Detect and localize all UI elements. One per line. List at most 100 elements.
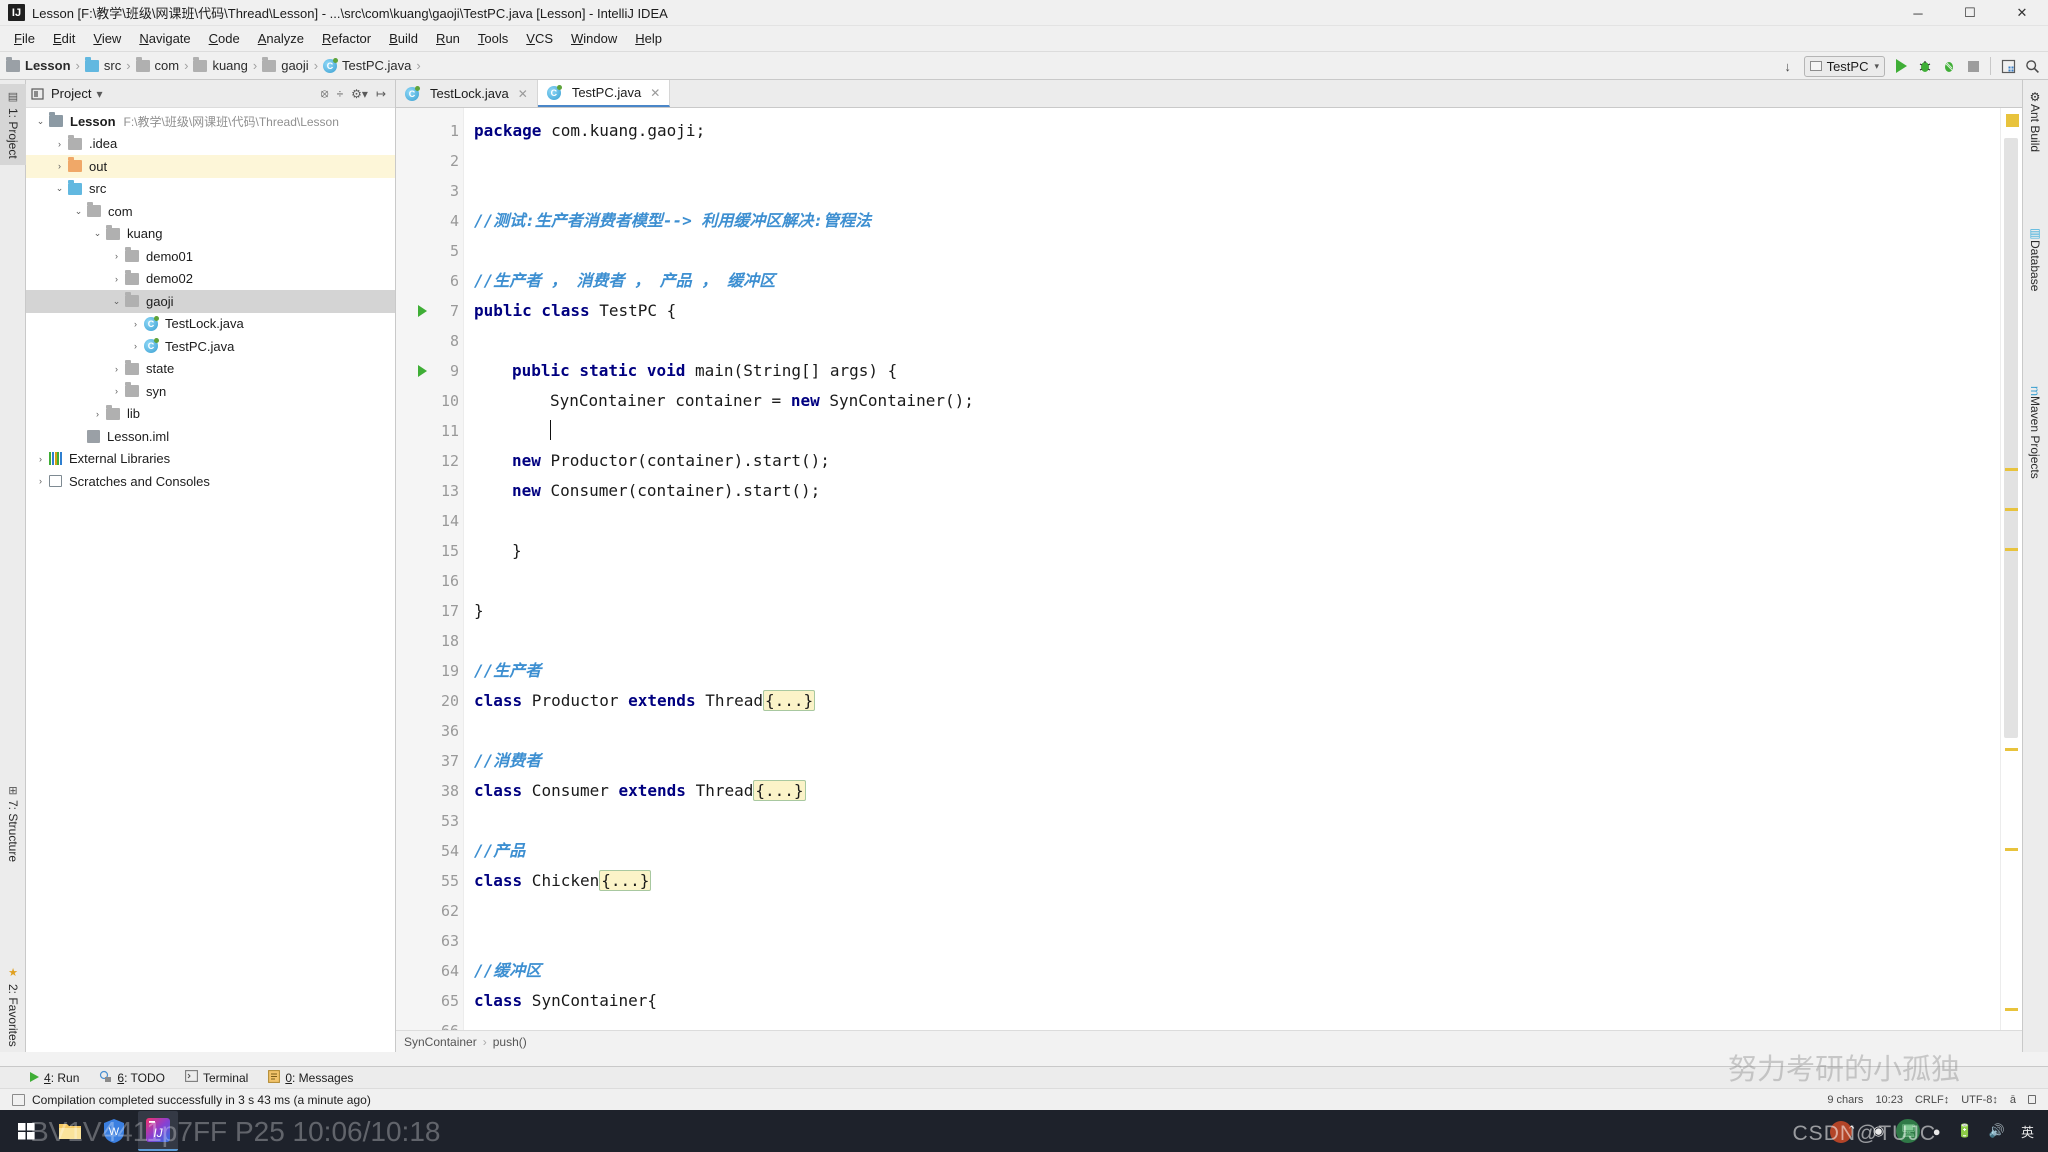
chevron-right-icon[interactable]: ›	[110, 274, 123, 284]
editor-scrollbar[interactable]	[2000, 108, 2022, 1030]
menu-item-tools[interactable]: Tools	[469, 28, 517, 49]
status-indicator[interactable]: UTF-8↕	[1961, 1094, 1998, 1106]
run-button[interactable]	[1889, 54, 1913, 78]
code-line[interactable]	[474, 896, 2000, 926]
tree-node-lesson-iml[interactable]: Lesson.iml	[26, 425, 395, 448]
editor-tab-testpc-java[interactable]: C TestPC.java ✕	[537, 80, 671, 107]
code-line[interactable]	[474, 806, 2000, 836]
gutter-line[interactable]: 15−	[396, 536, 475, 566]
breadcrumb-item-src[interactable]: src	[84, 56, 121, 73]
maximize-button[interactable]: ☐	[1944, 0, 1996, 26]
tree-node-out[interactable]: › out	[26, 155, 395, 178]
code-line[interactable]: }	[474, 536, 2000, 566]
code-line[interactable]	[474, 176, 2000, 206]
chevron-right-icon[interactable]: ›	[129, 341, 142, 351]
breadcrumb-item-com[interactable]: com	[135, 56, 179, 73]
code-line[interactable]: class SynContainer{	[474, 986, 2000, 1016]
expand-all-icon[interactable]: ÷	[337, 87, 344, 101]
gutter-line[interactable]: 3	[396, 176, 463, 206]
code-line[interactable]: class Chicken {...}	[474, 866, 2000, 896]
gutter-line[interactable]: 53	[396, 806, 463, 836]
code-line[interactable]: class Productor extends Thread {...}	[474, 686, 2000, 716]
code-line[interactable]: //消费者	[474, 746, 2000, 776]
code-line[interactable]	[474, 416, 2000, 446]
code-line[interactable]: //产品	[474, 836, 2000, 866]
code-line[interactable]: new Consumer(container).start();	[474, 476, 2000, 506]
code-line[interactable]: //测试:生产者消费者模型--> 利用缓冲区解决:管程法	[474, 206, 2000, 236]
gutter-line[interactable]: 9−	[396, 356, 475, 386]
layout-settings-button[interactable]	[1996, 54, 2020, 78]
folded-region[interactable]: {...}	[753, 780, 806, 801]
breadcrumb-item-kuang[interactable]: kuang	[193, 56, 248, 73]
menu-item-window[interactable]: Window	[562, 28, 626, 49]
breadcrumb-item-testpc-java[interactable]: C TestPC.java	[323, 57, 411, 73]
tree-node-scratches-and-consoles[interactable]: › Scratches and Consoles	[26, 470, 395, 493]
bottom-tool-todo[interactable]: 6: TODO	[99, 1070, 165, 1086]
code-line[interactable]	[474, 926, 2000, 956]
tree-node-gaoji[interactable]: ⌄ gaoji	[26, 290, 395, 313]
code-line[interactable]: package com.kuang.gaoji;	[474, 116, 2000, 146]
bottom-tool-messages[interactable]: 0: Messages	[268, 1069, 353, 1086]
tree-node-testpc-java[interactable]: › C TestPC.java	[26, 335, 395, 358]
status-indicator[interactable]: 10:23	[1875, 1094, 1903, 1106]
gutter-line[interactable]: 1	[396, 116, 463, 146]
chevron-right-icon[interactable]: ›	[34, 454, 47, 464]
gutter-line[interactable]: 37	[396, 746, 463, 776]
lock-icon[interactable]	[2028, 1095, 2036, 1104]
tool-window-button-project[interactable]: ▤ 1: Project	[0, 84, 26, 165]
debug-button[interactable]	[1913, 54, 1937, 78]
gutter-line[interactable]: 36	[396, 716, 463, 746]
windows-start-button[interactable]	[6, 1111, 46, 1151]
gutter-line[interactable]: 19	[396, 656, 463, 686]
gutter-line[interactable]: 65−	[396, 986, 475, 1016]
menu-item-file[interactable]: File	[5, 28, 44, 49]
gutter-line[interactable]: 14	[396, 506, 463, 536]
gutter-line[interactable]: 5	[396, 236, 463, 266]
chevron-down-icon[interactable]: ⌄	[91, 228, 104, 239]
chevron-down-icon[interactable]: ⌄	[72, 206, 85, 217]
gutter-line[interactable]: 55+	[396, 866, 475, 896]
menu-item-build[interactable]: Build	[380, 28, 427, 49]
menu-item-vcs[interactable]: VCS	[517, 28, 562, 49]
taskbar-intellij-idea[interactable]: IJ	[138, 1111, 178, 1151]
close-icon[interactable]: ✕	[518, 87, 528, 101]
tree-node-lib[interactable]: › lib	[26, 403, 395, 426]
gutter-line[interactable]: 54	[396, 836, 463, 866]
code-line[interactable]	[474, 146, 2000, 176]
gutter-line[interactable]: 66	[396, 1016, 463, 1030]
code-content[interactable]: package com.kuang.gaoji; //测试:生产者消费者模型-->…	[464, 108, 2000, 1030]
run-gutter-icon[interactable]	[418, 365, 427, 377]
code-line[interactable]: public class TestPC {	[474, 296, 2000, 326]
tray-icon-0[interactable]: ⌃	[1846, 1123, 1857, 1139]
gutter-line[interactable]: 20+	[396, 686, 475, 716]
code-line[interactable]	[474, 716, 2000, 746]
inspection-status-icon[interactable]	[2006, 114, 2019, 127]
tree-node-syn[interactable]: › syn	[26, 380, 395, 403]
status-indicator[interactable]: ā	[2010, 1094, 2016, 1106]
project-tree[interactable]: ⌄ Lesson F:\教学\班级\网课班\代码\Thread\Lesson › .id…	[26, 108, 395, 1052]
code-line[interactable]: //缓冲区	[474, 956, 2000, 986]
tray-icon-3[interactable]: ●	[1933, 1124, 1941, 1139]
tree-node--idea[interactable]: › .idea	[26, 133, 395, 156]
chevron-right-icon[interactable]: ›	[110, 386, 123, 396]
code-line[interactable]	[474, 626, 2000, 656]
gutter-line[interactable]: 16	[396, 566, 463, 596]
code-line[interactable]: public static void main(String[] args) {	[474, 356, 2000, 386]
close-button[interactable]: ✕	[1996, 0, 2048, 26]
code-line[interactable]	[474, 1016, 2000, 1030]
chevron-down-icon[interactable]: ⌄	[110, 296, 123, 307]
chevron-right-icon[interactable]: ›	[110, 251, 123, 261]
editor-breadcrumb[interactable]: SynContainer › push()	[396, 1030, 2022, 1052]
tool-window-button-database[interactable]: ▤ Database	[2022, 220, 2048, 297]
code-line[interactable]: }	[474, 596, 2000, 626]
code-line[interactable]: //生产者 ， 消费者 ， 产品 ， 缓冲区	[474, 266, 2000, 296]
code-line[interactable]: SynContainer container = new SynContaine…	[474, 386, 2000, 416]
tool-window-button-favorites[interactable]: ★ 2: Favorites	[0, 960, 26, 1053]
tree-node-testlock-java[interactable]: › C TestLock.java	[26, 313, 395, 336]
gutter-line[interactable]: 11	[396, 416, 463, 446]
menu-item-navigate[interactable]: Navigate	[130, 28, 199, 49]
menu-item-analyze[interactable]: Analyze	[249, 28, 313, 49]
chevron-right-icon[interactable]: ›	[91, 409, 104, 419]
menu-item-run[interactable]: Run	[427, 28, 469, 49]
chevron-right-icon[interactable]: ›	[53, 161, 66, 171]
